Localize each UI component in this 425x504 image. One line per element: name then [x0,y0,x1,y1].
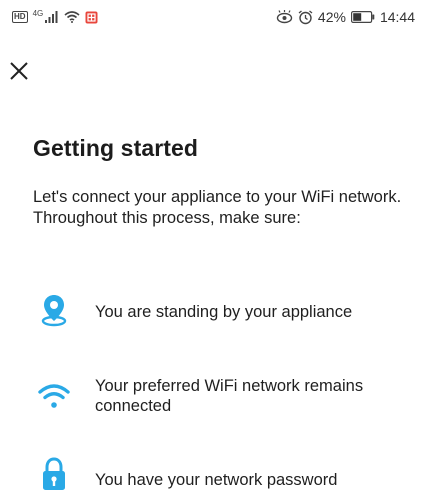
page-title: Getting started [33,135,199,161]
requirement-item-wifi: Your preferred WiFi network remains conn… [0,372,425,420]
requirement-item-location: You are standing by your appliance [0,288,425,336]
close-icon [10,62,28,80]
hd-badge-icon: HD [12,11,28,23]
wifi-icon [36,378,72,414]
status-bar: HD 4G 42% 14:44 [0,0,425,34]
requirement-label: You are standing by your appliance [95,303,353,321]
battery-percent: 42% [317,9,346,25]
eye-care-icon [276,10,293,24]
signal-icon [45,11,59,23]
lock-icon [36,456,72,492]
close-button[interactable] [6,58,32,84]
requirement-label: You have your network password [95,471,338,489]
requirement-item-password: You have your network password [0,456,425,504]
clock-time: 14:44 [379,9,415,25]
status-left-group: HD 4G [12,9,98,24]
app-notification-icon [85,11,98,24]
alarm-icon [298,9,313,25]
location-pin-icon [36,292,72,328]
battery-icon [350,11,375,23]
requirement-label: Your preferred WiFi network remains conn… [95,377,364,415]
intro-text: Let's connect your appliance to your WiF… [33,188,402,227]
wifi-icon [64,11,80,23]
network-type-label: 4G [32,9,44,18]
status-right-group: 42% 14:44 [276,9,415,25]
